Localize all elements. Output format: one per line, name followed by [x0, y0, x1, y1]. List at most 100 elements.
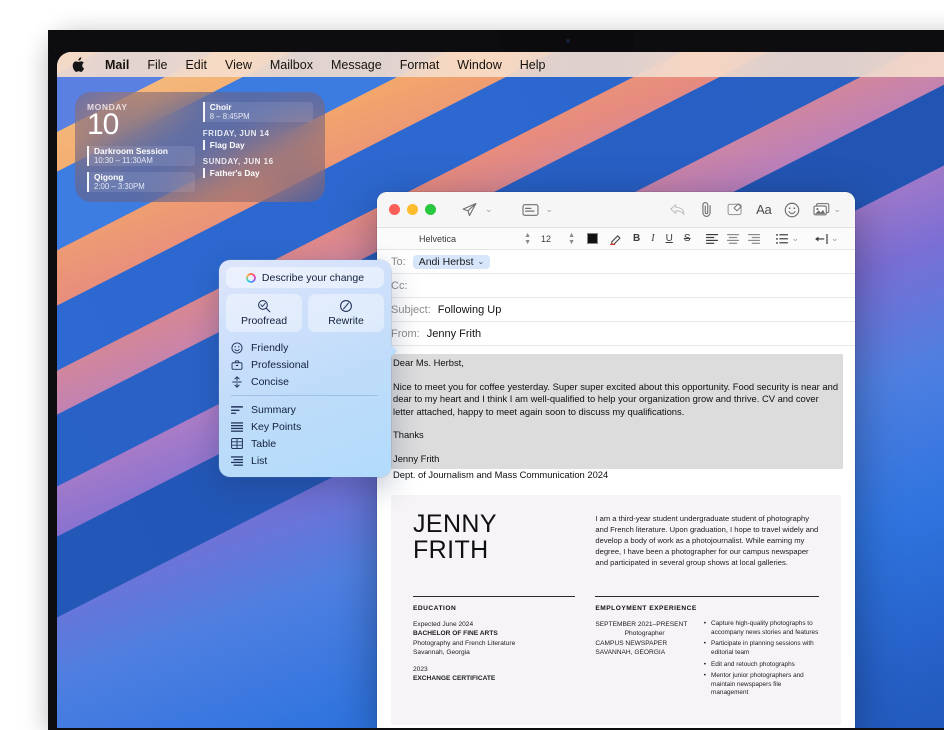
format-button[interactable]: Aa: [756, 202, 771, 217]
menu-bar[interactable]: Mail File Edit View Mailbox Message Form…: [57, 52, 944, 77]
send-button[interactable]: [454, 201, 485, 218]
format-summary-item[interactable]: Summary: [226, 401, 384, 418]
align-center-icon[interactable]: [727, 234, 739, 244]
markup-button[interactable]: [727, 202, 743, 217]
resume-education-heading: EDUCATION: [413, 605, 575, 612]
education-degree: EXCHANGE CERTIFICATE: [413, 674, 575, 683]
format-table-item[interactable]: Table: [226, 435, 384, 452]
calendar-day-number: 10: [87, 109, 195, 140]
menu-item-view[interactable]: View: [216, 58, 261, 72]
resume-attachment-preview[interactable]: JENNY FRITH I am a third-year student un…: [391, 495, 841, 725]
format-table-label: Table: [251, 438, 276, 450]
recipient-token[interactable]: Andi Herbst ⌄: [413, 255, 491, 269]
stationery-chevron-down-icon[interactable]: ⌄: [546, 204, 554, 215]
highlighter-icon[interactable]: [609, 233, 622, 245]
tone-concise-item[interactable]: Concise: [226, 373, 384, 390]
calendar-event[interactable]: Flag Day: [203, 140, 313, 150]
list-style-button[interactable]: ⌄: [776, 233, 799, 244]
underline-button[interactable]: U: [666, 233, 673, 244]
subject-field-row[interactable]: Subject: Following Up: [377, 298, 855, 322]
recipient-chevron-down-icon[interactable]: ⌄: [478, 257, 485, 266]
font-size-select[interactable]: 12 ▲▼: [541, 232, 575, 246]
markup-icon: [727, 202, 743, 217]
menu-item-edit[interactable]: Edit: [176, 58, 216, 72]
send-paper-plane-icon: [461, 201, 478, 218]
body-thanks: Thanks: [393, 429, 839, 442]
menu-item-mailbox[interactable]: Mailbox: [261, 58, 322, 72]
reply-button[interactable]: [669, 202, 686, 217]
menu-item-mail[interactable]: Mail: [96, 58, 138, 72]
calendar-event[interactable]: Darkroom Session 10:30 – 11:30AM: [87, 146, 195, 166]
briefcase-icon: [231, 359, 243, 371]
resume-intro-paragraph: I am a third-year student undergraduate …: [595, 511, 819, 568]
send-options-chevron-down-icon[interactable]: ⌄: [485, 204, 493, 215]
calendar-event-title: Darkroom Session: [94, 146, 195, 156]
font-family-stepper-icon[interactable]: ▲▼: [524, 232, 531, 246]
body-greeting: Dear Ms. Herbst,: [393, 357, 839, 370]
writing-tools-popover[interactable]: Describe your change Proofread: [219, 260, 391, 477]
subject-value[interactable]: Following Up: [438, 304, 502, 316]
list-chevron-down-icon[interactable]: ⌄: [791, 233, 799, 244]
minimize-button[interactable]: [407, 204, 418, 215]
message-body-area[interactable]: Dear Ms. Herbst, Nice to meet you for co…: [377, 346, 855, 481]
calendar-event[interactable]: Qigong 2:00 – 3:30PM: [87, 172, 195, 192]
body-signature-name: Jenny Frith: [393, 453, 839, 466]
from-field-row[interactable]: From: Jenny Frith: [377, 322, 855, 346]
proofread-button[interactable]: Proofread: [226, 294, 302, 332]
photos-chevron-down-icon[interactable]: ⌄: [833, 204, 841, 215]
tone-friendly-item[interactable]: Friendly: [226, 339, 384, 356]
format-summary-label: Summary: [251, 404, 296, 416]
calendar-event-title: Flag Day: [210, 140, 313, 150]
cc-field-row[interactable]: Cc:: [377, 274, 855, 298]
subject-label: Subject:: [391, 304, 431, 316]
indent-chevron-down-icon[interactable]: ⌄: [831, 233, 839, 244]
apple-intelligence-ring-icon: [246, 273, 256, 283]
calendar-event[interactable]: Choir 8 – 8:45PM: [203, 102, 313, 122]
italic-button[interactable]: I: [651, 233, 654, 244]
rewrite-button[interactable]: Rewrite: [308, 294, 384, 332]
font-family-select[interactable]: Helvetica ▲▼: [419, 232, 531, 246]
menu-item-help[interactable]: Help: [511, 58, 555, 72]
body-signature-dept: Dept. of Journalism and Mass Communicati…: [391, 469, 843, 482]
from-value[interactable]: Jenny Frith: [427, 328, 481, 340]
attach-button[interactable]: [699, 201, 714, 218]
calendar-upcoming-column: Choir 8 – 8:45PM FRIDAY, JUN 14 Flag Day…: [201, 102, 313, 192]
photos-browser-button[interactable]: ⌄: [813, 202, 841, 217]
format-key-points-item[interactable]: Key Points: [226, 418, 384, 435]
text-color-swatch[interactable]: [587, 233, 598, 244]
resume-first-name: JENNY: [413, 511, 575, 537]
emoji-button[interactable]: [784, 202, 800, 218]
window-controls[interactable]: [389, 204, 436, 215]
screen: Mail File Edit View Mailbox Message Form…: [57, 52, 944, 728]
format-list-item[interactable]: List: [226, 452, 384, 469]
format-bar: Helvetica ▲▼ 12 ▲▼ B I U S: [377, 228, 855, 250]
menu-item-window[interactable]: Window: [448, 58, 510, 72]
employment-bullet: •Capture high-quality photographs to acc…: [704, 620, 819, 637]
bold-button[interactable]: B: [633, 233, 640, 244]
indent-button[interactable]: ⌄: [815, 233, 839, 244]
menu-item-format[interactable]: Format: [391, 58, 449, 72]
describe-change-input[interactable]: Describe your change: [226, 267, 384, 288]
rewrite-circle-slash-icon: [339, 299, 353, 313]
apple-logo-icon[interactable]: [69, 57, 96, 73]
maximize-button[interactable]: [425, 204, 436, 215]
recipient-name: Andi Herbst: [419, 256, 474, 268]
close-button[interactable]: [389, 204, 400, 215]
calendar-event-time: 8 – 8:45PM: [210, 112, 313, 122]
message-body-selected-text[interactable]: Dear Ms. Herbst, Nice to meet you for co…: [391, 354, 843, 469]
tone-professional-item[interactable]: Professional: [226, 356, 384, 373]
align-right-icon[interactable]: [748, 234, 760, 244]
strikethrough-button[interactable]: S: [684, 233, 691, 244]
calendar-widget[interactable]: MONDAY 10 Darkroom Session 10:30 – 11:30…: [75, 92, 325, 202]
menu-item-file[interactable]: File: [138, 58, 176, 72]
font-family-value: Helvetica: [419, 234, 456, 244]
to-field-row[interactable]: To: Andi Herbst ⌄: [377, 250, 855, 274]
stationery-button[interactable]: [515, 203, 546, 217]
align-left-icon[interactable]: [706, 234, 718, 244]
font-size-stepper-icon[interactable]: ▲▼: [568, 232, 575, 246]
calendar-event[interactable]: Father's Day: [203, 168, 313, 178]
menu-item-message[interactable]: Message: [322, 58, 391, 72]
mail-compose-window[interactable]: ⌄ ⌄: [377, 192, 855, 728]
webcam-icon: [566, 39, 570, 43]
list-icon: [776, 234, 788, 244]
